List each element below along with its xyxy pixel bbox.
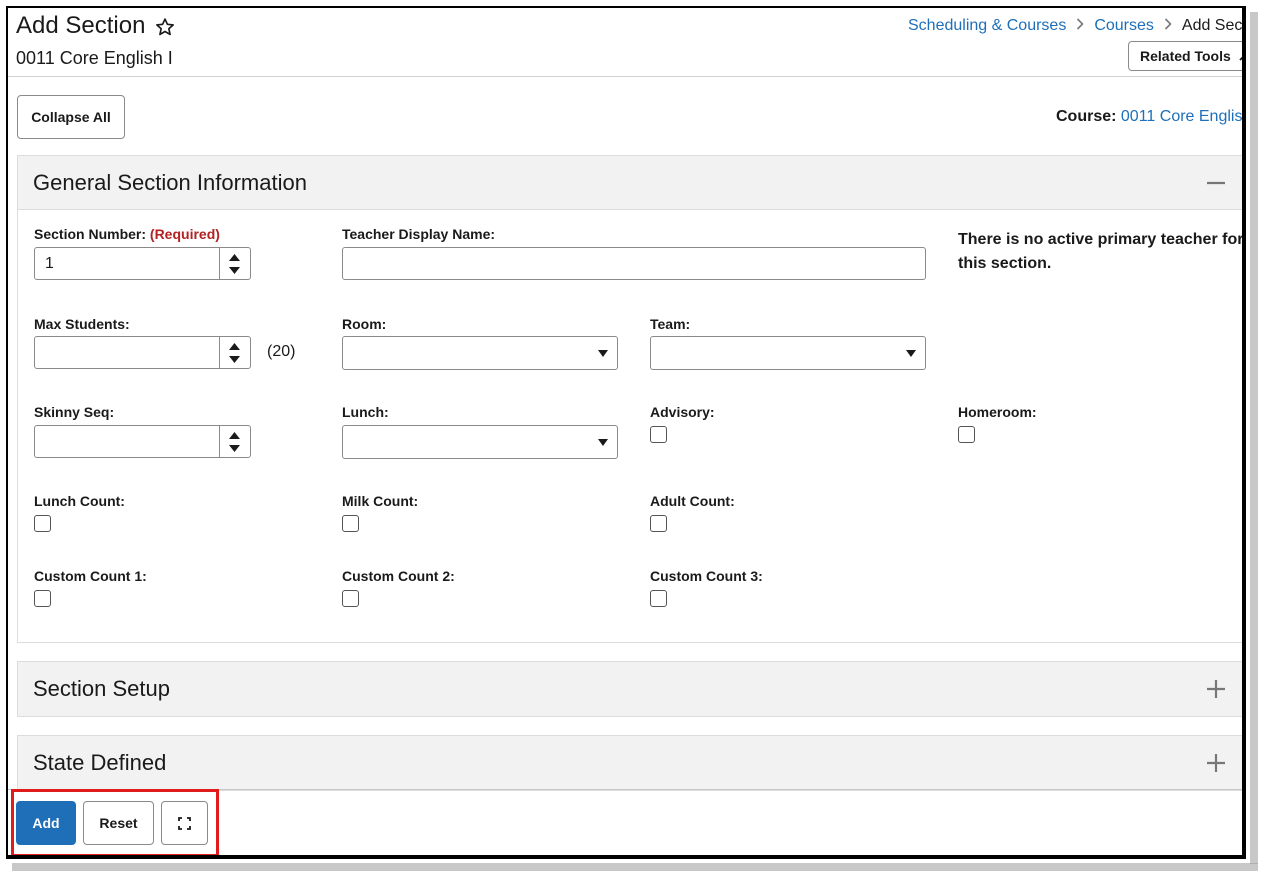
lunch-count-checkbox[interactable] [34, 515, 51, 532]
course-info: Course: 0011 Core English [1056, 108, 1242, 126]
course-link[interactable]: 0011 Core English [1121, 108, 1242, 125]
related-tools-button[interactable]: Related Tools [1128, 41, 1242, 71]
fullscreen-icon [178, 816, 191, 830]
skinny-seq-input[interactable] [34, 425, 251, 458]
teacher-display-name-label: Teacher Display Name: [342, 226, 496, 242]
skinny-seq-stepper[interactable] [219, 426, 250, 457]
plus-icon[interactable] [1206, 679, 1226, 699]
panel-title: General Section Information [33, 169, 307, 195]
app-window: Add Section 0011 Core English I Scheduli… [6, 6, 1246, 859]
section-number-input[interactable]: 1 [34, 247, 251, 280]
chevron-right-icon [1076, 17, 1084, 35]
homeroom-checkbox[interactable] [958, 426, 975, 443]
caret-down-icon [598, 350, 608, 357]
collapse-all-button[interactable]: Collapse All [17, 95, 125, 139]
state-defined-panel: State Defined [17, 735, 1242, 791]
team-label: Team: [650, 316, 691, 332]
minus-icon[interactable] [1206, 173, 1226, 193]
add-button[interactable]: Add [16, 801, 76, 845]
section-number-label: Section Number: (Required) [34, 226, 220, 242]
lunch-count-label: Lunch Count: [34, 493, 125, 509]
max-students-label: Max Students: [34, 316, 130, 332]
advisory-checkbox[interactable] [650, 426, 667, 443]
header-divider [8, 76, 1242, 77]
page-title-text: Add Section [16, 12, 146, 39]
chevron-up-icon [1239, 48, 1242, 64]
max-students-input[interactable] [34, 336, 251, 369]
section-number-value: 1 [45, 255, 54, 272]
plus-icon[interactable] [1206, 753, 1226, 773]
section-number-stepper[interactable] [219, 248, 250, 279]
lunch-label: Lunch: [342, 404, 389, 420]
breadcrumb-current: Add Sectio [1181, 17, 1243, 34]
caret-down-icon [906, 350, 916, 357]
custom-count-2-checkbox[interactable] [342, 590, 359, 607]
adult-count-label: Adult Count: [650, 493, 735, 509]
custom-count-3-label: Custom Count 3: [650, 568, 763, 584]
teacher-status-note: There is no active primary teacher for t… [958, 231, 1244, 272]
room-select[interactable] [342, 336, 618, 370]
breadcrumb: Scheduling & Courses Courses Add Sectio [908, 17, 1243, 35]
milk-count-checkbox[interactable] [342, 515, 359, 532]
max-students-stepper[interactable] [219, 337, 250, 368]
star-outline-icon[interactable] [155, 16, 175, 36]
custom-count-1-checkbox[interactable] [34, 590, 51, 607]
state-defined-header[interactable]: State Defined [18, 736, 1242, 790]
page-title: Add Section [16, 12, 175, 40]
milk-count-label: Milk Count: [342, 493, 419, 509]
required-indicator: (Required) [149, 226, 220, 242]
page-subtitle: 0011 Core English I [16, 48, 173, 68]
custom-count-2-label: Custom Count 2: [342, 568, 455, 584]
chevron-right-icon [1164, 17, 1172, 35]
section-setup-header[interactable]: Section Setup [18, 662, 1242, 716]
related-tools-label: Related Tools [1140, 48, 1231, 64]
panel-title: State Defined [33, 750, 167, 775]
skinny-seq-label: Skinny Seq: [34, 404, 115, 420]
custom-count-1-label: Custom Count 1: [34, 568, 147, 584]
general-section-panel: General Section Information Section Numb… [17, 155, 1244, 643]
section-setup-panel: Section Setup [17, 661, 1242, 717]
general-section-header[interactable]: General Section Information [18, 156, 1242, 210]
reset-button[interactable]: Reset [83, 801, 154, 845]
advisory-label: Advisory: [650, 404, 715, 420]
custom-count-3-checkbox[interactable] [650, 590, 667, 607]
lunch-select[interactable] [342, 425, 618, 459]
frame-shadow-right [1250, 12, 1258, 864]
team-select[interactable] [650, 336, 926, 370]
homeroom-label: Homeroom: [958, 404, 1037, 420]
panel-title: Section Setup [33, 676, 170, 701]
frame-shadow-bottom [12, 863, 1258, 871]
caret-down-icon [598, 439, 608, 446]
room-label: Room: [342, 316, 387, 332]
breadcrumb-link-scheduling[interactable]: Scheduling & Courses [908, 17, 1066, 35]
breadcrumb-link-courses[interactable]: Courses [1094, 17, 1154, 35]
max-students-hint: (20) [267, 343, 296, 360]
fullscreen-button[interactable] [161, 801, 208, 845]
course-label: Course: [1056, 108, 1117, 125]
teacher-display-name-input[interactable] [342, 247, 926, 280]
adult-count-checkbox[interactable] [650, 515, 667, 532]
